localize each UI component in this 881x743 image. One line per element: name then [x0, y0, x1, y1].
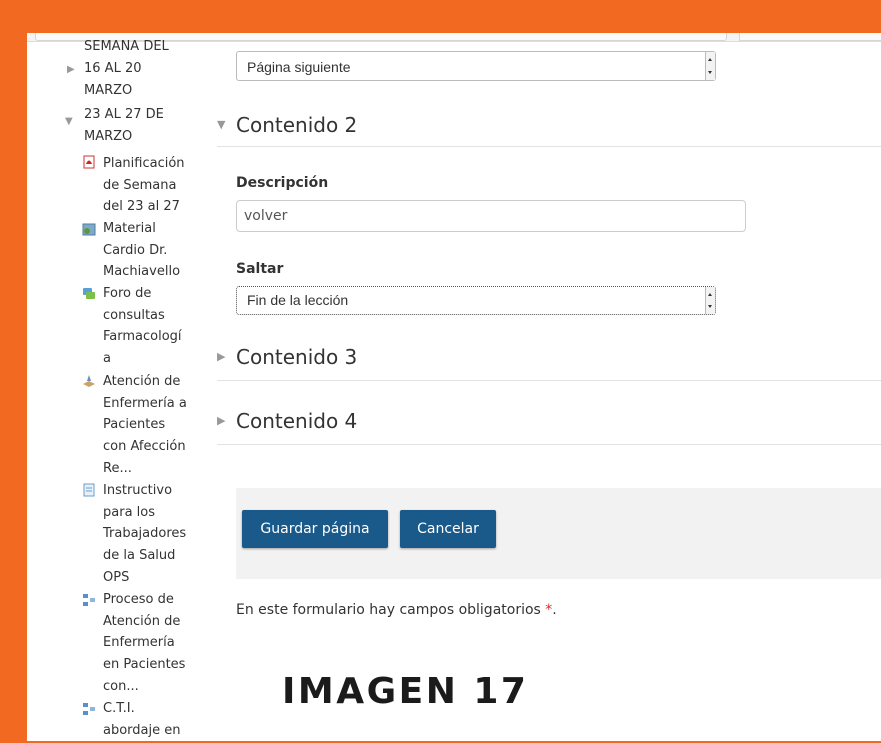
activity-line: Machiavello [103, 264, 181, 280]
section-title: Contenido 3 [236, 345, 358, 369]
section-contenido-4[interactable]: ▶ Contenido 4 [217, 408, 881, 445]
top-jump-select[interactable]: Página siguiente [236, 51, 716, 81]
activity-planificacion[interactable]: Planificación de Semana del 23 al 27 [103, 153, 203, 218]
section-title: Contenido 4 [236, 409, 358, 433]
course-sidebar: ▶ SEMANA DEL 16 AL 20 MARZO ▼ 23 AL 27 D… [27, 33, 227, 741]
section-line: 23 AL 27 DE [84, 107, 164, 122]
saltar-select[interactable]: Fin de la lección [236, 286, 716, 315]
activity-line: Trabajadores [103, 526, 187, 542]
activity-proceso-atencion[interactable]: Proceso de Atención de Enfermería en Pac… [103, 589, 203, 698]
image-caption: IMAGEN 17 [282, 671, 529, 712]
required-fields-note: En este formulario hay campos obligatori… [236, 602, 557, 618]
lesson-icon [83, 375, 95, 387]
activity-line: para los [103, 504, 155, 520]
section-contenido-2[interactable]: ▼ Contenido 2 [217, 111, 881, 147]
toolbar-segment [739, 33, 881, 41]
page-icon [83, 483, 95, 497]
activity-line: abordaje en [103, 722, 181, 738]
form-button-bar: Guardar página Cancelar [236, 488, 881, 579]
saltar-label: Saltar [236, 261, 284, 277]
section-line: 16 AL 20 [84, 61, 142, 76]
section-contenido-3[interactable]: ▶ Contenido 3 [217, 344, 881, 381]
file-icon [82, 223, 96, 236]
page-frame: ▶ SEMANA DEL 16 AL 20 MARZO ▼ 23 AL 27 D… [27, 33, 881, 741]
activity-line: Proceso de [103, 592, 174, 607]
activity-line: Pacientes [103, 417, 166, 433]
activity-line: Re... [103, 460, 132, 476]
activity-line: Foro de [103, 286, 152, 301]
collapsed-caret-icon: ▶ [217, 414, 226, 427]
activity-line: Enfermería [103, 635, 175, 651]
activity-material-cardio[interactable]: Material Cardio Dr. Machiavello [103, 218, 203, 283]
activity-atencion-enfermeria[interactable]: Atención de Enfermería a Pacientes con A… [103, 371, 203, 480]
activity-instructivo[interactable]: Instructivo para los Trabajadores de la … [103, 480, 203, 589]
select-arrow-icon [705, 52, 715, 80]
activity-line: Cardio Dr. [103, 242, 168, 258]
activity-line: C.T.I. [103, 701, 135, 716]
save-page-button[interactable]: Guardar página [242, 510, 388, 548]
select-value: Página siguiente [247, 59, 351, 75]
select-value: Fin de la lección [247, 292, 349, 308]
activity-line: en Pacientes [103, 657, 186, 673]
required-period: . [552, 602, 557, 618]
structure-icon [83, 703, 95, 715]
cancel-button[interactable]: Cancelar [400, 510, 496, 548]
activity-line: con Afección [103, 439, 186, 455]
required-note-text: En este formulario hay campos obligatori… [236, 602, 541, 618]
section-line: SEMANA DEL [84, 39, 169, 54]
activity-line: Planificación [103, 156, 185, 171]
activity-line: Farmacologí [103, 329, 182, 345]
activity-cti-abordaje[interactable]: C.T.I. abordaje en [103, 698, 203, 741]
pdf-icon [83, 155, 95, 169]
descripcion-label: Descripción [236, 175, 329, 191]
activity-line: del 23 al 27 [103, 199, 180, 215]
activity-foro-consultas[interactable]: Foro de consultas Farmacologí a [103, 283, 203, 370]
structure-icon [83, 594, 95, 606]
collapsed-caret-icon: ▶ [217, 350, 226, 363]
descripcion-input[interactable]: volver [236, 200, 746, 232]
activity-line: OPS [103, 569, 130, 585]
activity-line: Atención de [103, 613, 181, 629]
select-arrow-icon [705, 287, 715, 314]
activity-line: con... [103, 678, 139, 694]
activity-line: de Semana [103, 177, 177, 193]
activity-line: de la Salud [103, 548, 176, 564]
expanded-caret-icon[interactable]: ▼ [65, 116, 73, 127]
section-line: MARZO [84, 129, 133, 144]
activity-line: Enfermería a [103, 395, 187, 411]
activity-line: Atención de [103, 374, 181, 389]
expanded-caret-icon: ▼ [217, 118, 226, 131]
sidebar-section-16-20-marzo[interactable]: SEMANA DEL 16 AL 20 MARZO [84, 36, 184, 102]
activity-line: a [103, 351, 111, 367]
activity-line: consultas [103, 307, 165, 323]
collapsed-caret-icon[interactable]: ▶ [67, 64, 75, 75]
section-title: Contenido 2 [236, 113, 358, 137]
section-line: MARZO [84, 83, 133, 98]
sidebar-section-23-27-marzo[interactable]: 23 AL 27 DE MARZO [84, 104, 184, 148]
forum-icon [83, 288, 95, 299]
activity-line: Material [103, 221, 156, 236]
activity-line: Instructivo [103, 483, 173, 498]
